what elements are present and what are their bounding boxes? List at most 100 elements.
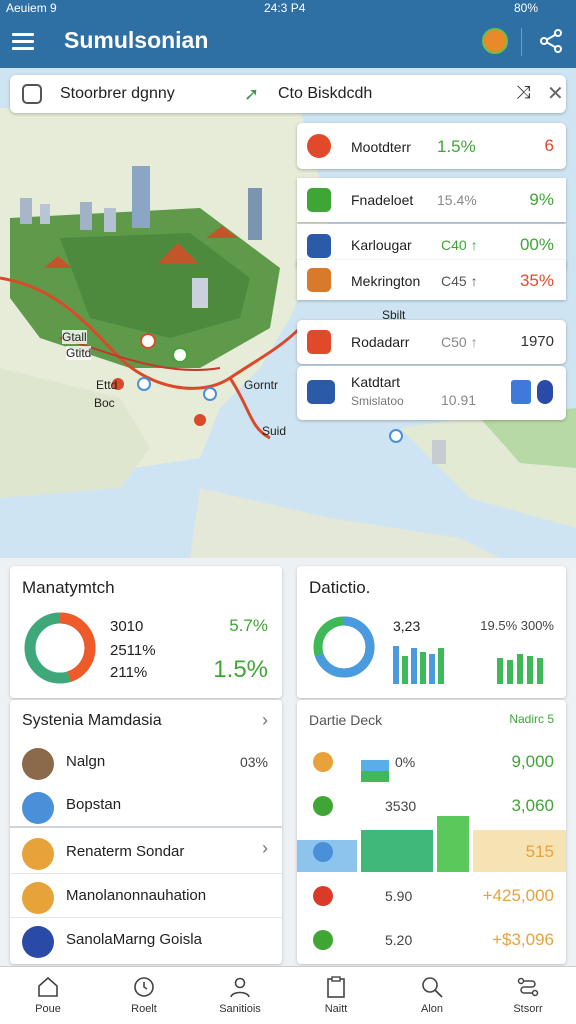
route-name: Mekrington: [351, 273, 421, 289]
status-dot-icon: [313, 752, 333, 772]
route-name: Katdtart: [351, 374, 401, 390]
route-change: C45 ↑: [441, 273, 478, 289]
home-icon: [38, 976, 58, 997]
stats-panel: Datictio. 3,23 19.5% 300%: [297, 566, 566, 698]
route-count: 9%: [529, 190, 554, 209]
row-metric: 3530: [385, 798, 417, 814]
share-icon[interactable]: [538, 28, 564, 54]
clock: 24:3 P4: [264, 1, 306, 15]
stat-percent: 19.5% 300%: [480, 618, 554, 633]
nav-label: Naitt: [324, 1003, 348, 1015]
swap-icon[interactable]: ⤨: [516, 82, 530, 103]
stat-value: 2511%: [110, 642, 156, 659]
status-dot-icon: [313, 842, 333, 862]
calendar-icon: [22, 882, 54, 914]
map-label: Boc: [94, 396, 115, 410]
destination-input[interactable]: Cto Biskdcdh: [278, 85, 372, 103]
bar-mark: [527, 656, 533, 684]
manage-panel: Manatymtch 3010 2511% 211% 5.7% 1.5%: [10, 566, 282, 698]
brand-logo-icon[interactable]: [482, 28, 508, 54]
row-metric: 5.90: [385, 888, 413, 904]
nav-label: Poue: [35, 1003, 61, 1015]
route-change: C40 ↑: [441, 237, 478, 253]
row-metric: 5.20: [385, 932, 413, 948]
nav-item-routes[interactable]: Stsorr: [480, 967, 576, 1024]
route-card[interactable]: Katdtart Smislatoo 10.91: [297, 366, 566, 420]
route-name: Rodadarr: [351, 334, 410, 350]
route-name: Fnadeloet: [351, 192, 414, 208]
nav-item-home[interactable]: Poue: [0, 967, 96, 1024]
status-dot-icon: [313, 930, 333, 950]
bar-mark: [420, 652, 426, 684]
nav-item-recent[interactable]: Roelt: [96, 967, 192, 1024]
row-value: 515: [525, 842, 554, 861]
panel-title: Manatymtch: [22, 578, 115, 597]
nav-item-profile[interactable]: Sanitiois: [192, 967, 288, 1024]
bar-chart-icon[interactable]: [511, 380, 531, 404]
nav-item-tasks[interactable]: Naitt: [288, 967, 384, 1024]
search-icon: [422, 977, 443, 998]
bar-mark: [438, 648, 444, 684]
panel-title: Datictio.: [309, 578, 371, 597]
chart-icon: [22, 926, 54, 958]
bar-mark: [497, 658, 503, 684]
chevron-right-icon[interactable]: ›: [262, 710, 268, 731]
list-item-value: 03%: [239, 754, 268, 770]
close-icon[interactable]: ✕: [547, 81, 564, 106]
route-change: 10.91: [441, 392, 477, 408]
map-label: Ettd: [96, 378, 118, 392]
route-icon: ➚: [244, 84, 260, 104]
menu-icon[interactable]: [12, 33, 34, 51]
list-item[interactable]: Nalgn 03%: [10, 740, 282, 784]
carrier-label: Aeuiem 9: [6, 1, 57, 15]
route-change: C50 ↑: [441, 334, 478, 350]
route-icon: [307, 188, 331, 212]
list-item-label: Bopstan: [66, 796, 122, 813]
route-name: Karlougar: [351, 237, 412, 253]
pin-icon[interactable]: [537, 380, 553, 404]
route-card[interactable]: Rodadarr C50 ↑ 1970: [297, 320, 566, 364]
bar-mark: [393, 646, 399, 684]
table-row[interactable]: 3530 3,060: [297, 784, 566, 828]
status-dot-icon: [313, 886, 333, 906]
route-count: 1970: [520, 333, 554, 350]
origin-input[interactable]: Stoorbrer dgnny: [60, 85, 175, 103]
list-item[interactable]: Bopstan: [10, 784, 282, 828]
app-title: Sumulsonian: [64, 27, 209, 53]
bottom-navigation: Poue Roelt Sanitiois Naitt Alon Stsorr: [0, 966, 576, 1024]
bar-mark: [411, 648, 417, 684]
status-dot-icon: [313, 796, 333, 816]
route-card[interactable]: Mootdterr 1.5% 6: [297, 123, 566, 169]
table-row[interactable]: 5.20 +$3,096: [297, 918, 566, 962]
row-metric: 0%: [395, 754, 416, 770]
list-item[interactable]: SanolaMarng Goisla: [10, 918, 282, 962]
row-value: +$3,096: [492, 930, 554, 949]
nav-label: Sanitiois: [219, 1003, 261, 1015]
route-card[interactable]: Fnadeloet 15.4% 9%: [297, 178, 566, 222]
table-row[interactable]: 0% 9,000: [297, 740, 566, 784]
route-name: Mootdterr: [351, 139, 411, 155]
route-search-bar: Stoorbrer dgnny ➚ Cto Biskdcdh ⤨ ✕: [10, 75, 566, 113]
car-icon: [307, 330, 331, 354]
chevron-right-icon[interactable]: ›: [262, 838, 268, 859]
map-label: Gtall: [62, 330, 87, 344]
avatar-icon: [22, 748, 54, 780]
list-item[interactable]: Manolanonnauhation: [10, 874, 282, 918]
list-item-label: Renaterm Sondar: [66, 843, 185, 860]
map-label: Gtitd: [66, 346, 92, 360]
status-bar: Aeuiem 9 24:3 P4 80%: [0, 0, 576, 16]
table-row[interactable]: 515: [297, 830, 566, 874]
table-row[interactable]: 5.90 +425,000: [297, 874, 566, 918]
list-item[interactable]: Renaterm Sondar ›: [10, 830, 282, 874]
row-value: +425,000: [482, 886, 554, 905]
clock-icon: [134, 977, 154, 997]
person-icon: [230, 977, 250, 998]
row-value: 9,000: [511, 752, 554, 771]
route-card[interactable]: Mekrington C45 ↑ 35%: [297, 260, 566, 300]
bar-mark: [517, 654, 523, 684]
nav-item-search[interactable]: Alon: [384, 967, 480, 1024]
stat-value: 3010: [110, 618, 144, 635]
flag-icon: [307, 234, 331, 258]
search-icon[interactable]: [22, 84, 42, 104]
stat-value: 211%: [110, 664, 148, 681]
